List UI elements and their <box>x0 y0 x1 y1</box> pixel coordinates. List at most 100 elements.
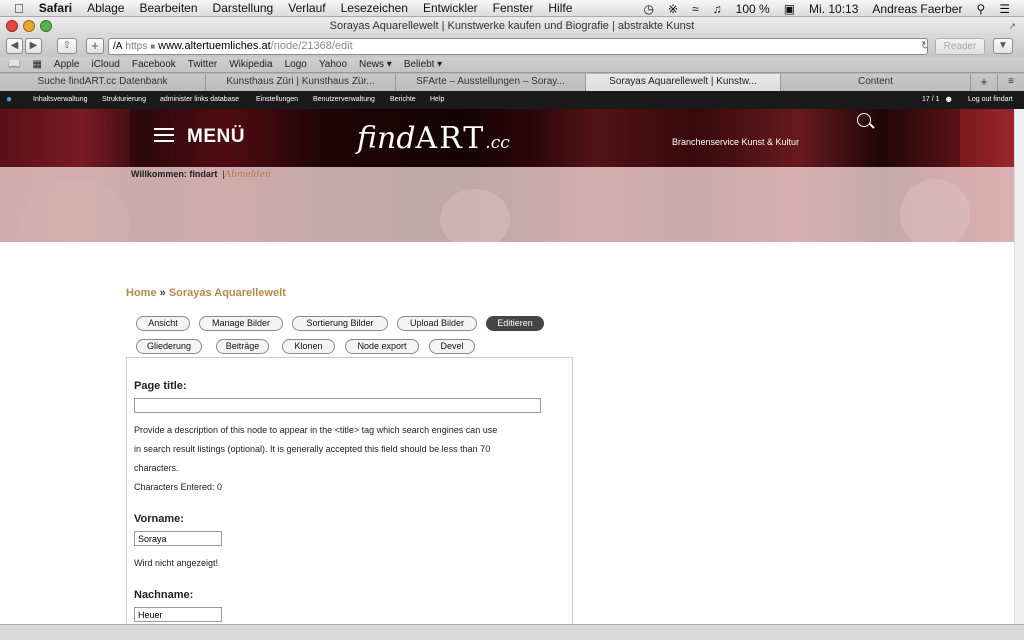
tab-devel[interactable]: Devel <box>429 339 475 354</box>
tab-beitraege[interactable]: Beiträge <box>216 339 269 354</box>
fullscreen-icon[interactable]: ↗ <box>1008 17 1016 35</box>
page-scrollbar[interactable] <box>1014 109 1024 624</box>
characters-entered: Characters Entered: 0 <box>134 482 223 492</box>
tab-node-export[interactable]: Node export <box>345 339 419 354</box>
nachname-label: Nachname: <box>134 589 194 601</box>
menu-safari[interactable]: Safari <box>39 1 72 15</box>
browser-toolbar: ◀ ▶ ⇧ + /A https ■ www.altertuemliches.a… <box>0 35 1024 57</box>
downloads-button[interactable]: ▼ <box>993 38 1013 54</box>
battery-status[interactable]: 100 % <box>736 2 770 16</box>
window-titlebar: Sorayas Aquarellewelt | Kunstwerke kaufe… <box>0 17 1024 35</box>
bookmark-logo[interactable]: Logo <box>285 59 307 70</box>
bookmark-wikipedia[interactable]: Wikipedia <box>229 59 272 70</box>
notification-center-icon[interactable]: ☰ <box>999 2 1010 16</box>
bluetooth-icon[interactable]: ※ <box>668 2 678 16</box>
zoom-window-button[interactable] <box>40 20 52 32</box>
spotlight-icon[interactable]: ⚲ <box>976 2 985 16</box>
bookmark-facebook[interactable]: Facebook <box>132 59 176 70</box>
page-title-help-line-3: characters. <box>134 463 179 473</box>
page-title-input[interactable] <box>134 398 541 413</box>
tab-content[interactable]: Content <box>780 74 970 91</box>
bookmark-apple[interactable]: Apple <box>54 59 80 70</box>
wifi-icon[interactable]: ≈ <box>692 2 699 16</box>
logo-find: find <box>357 121 416 156</box>
menu-entwickler[interactable]: Entwickler <box>423 1 478 15</box>
minimize-window-button[interactable] <box>23 20 35 32</box>
tab-overview-icon[interactable]: ≡ <box>997 74 1024 91</box>
tab-sortierung-bilder[interactable]: Sortierung Bilder <box>292 316 388 331</box>
admin-inhaltsverwaltung[interactable]: Inhaltsverwaltung <box>33 96 87 103</box>
menu-fenster[interactable]: Fenster <box>493 1 534 15</box>
url-path: /node/21368/edit <box>270 40 353 52</box>
close-window-button[interactable] <box>6 20 18 32</box>
tab-kunsthaus[interactable]: Kunsthaus Züri | Kunsthaus Zür... <box>205 74 395 91</box>
logo-cc: .cc <box>485 133 510 153</box>
search-icon[interactable] <box>857 113 871 127</box>
new-tab-button[interactable]: + <box>86 38 104 54</box>
menu-ablage[interactable]: Ablage <box>87 1 124 15</box>
menu-bearbeiten[interactable]: Bearbeiten <box>139 1 197 15</box>
findart-logo[interactable]: findART.cc <box>357 121 510 156</box>
admin-berichte[interactable]: Berichte <box>390 96 416 103</box>
tab-gliederung[interactable]: Gliederung <box>136 339 202 354</box>
hamburger-menu-icon[interactable] <box>154 128 174 142</box>
bookmark-twitter[interactable]: Twitter <box>188 59 217 70</box>
os-menubar:  Safari Ablage Bearbeiten Darstellung V… <box>0 0 1024 17</box>
address-bar[interactable]: /A https ■ www.altertuemliches.at/node/2… <box>108 38 928 55</box>
tab-upload-bilder[interactable]: Upload Bilder <box>397 316 477 331</box>
time-machine-icon[interactable]: ◷ <box>644 2 654 16</box>
drupal-admin-bar: ● Inhaltsverwaltung Strukturierung admin… <box>0 91 1024 109</box>
admin-einstellungen[interactable]: Einstellungen <box>256 96 298 103</box>
tab-sfarte[interactable]: SFArte – Ausstellungen – Soray... <box>395 74 585 91</box>
clock[interactable]: Mi. 10:13 <box>809 2 858 16</box>
menu-darstellung[interactable]: Darstellung <box>213 1 274 15</box>
admin-help[interactable]: Help <box>430 96 444 103</box>
admin-logout-link[interactable]: Log out findart <box>968 96 1013 103</box>
vorname-help: Wird nicht angezeigt! <box>134 558 219 568</box>
menu-hilfe[interactable]: Hilfe <box>548 1 572 15</box>
apple-menu-icon[interactable]:  <box>14 1 24 16</box>
share-button[interactable]: ⇧ <box>57 38 77 54</box>
browser-status-bar <box>0 624 1024 640</box>
back-button[interactable]: ◀ <box>6 38 23 54</box>
forward-button[interactable]: ▶ <box>25 38 42 54</box>
admin-links-database[interactable]: administer links database <box>160 96 239 103</box>
nachname-input[interactable] <box>134 607 222 622</box>
tab-findart-search[interactable]: Suche findART.cc Datenbank <box>0 74 205 91</box>
breadcrumb-current[interactable]: Sorayas Aquarellewelt <box>169 287 286 299</box>
bookmark-beliebt[interactable]: Beliebt ▾ <box>404 59 442 70</box>
site-header: MENÜ findART.cc Branchenservice Kunst & … <box>0 109 1024 242</box>
breadcrumb: Home » Sorayas Aquarellewelt <box>126 287 286 299</box>
display-icon[interactable]: ▣ <box>784 2 795 16</box>
admin-benutzerverwaltung[interactable]: Benutzerverwaltung <box>313 96 375 103</box>
tab-manage-bilder[interactable]: Manage Bilder <box>199 316 283 331</box>
tab-editieren[interactable]: Editieren <box>486 316 544 331</box>
header-dark-overlay <box>130 109 960 167</box>
tab-bar: Suche findART.cc Datenbank Kunsthaus Zür… <box>0 73 1024 91</box>
tab-klonen[interactable]: Klonen <box>282 339 335 354</box>
welcome-line: Willkommen: findart |Abmelden <box>131 169 271 180</box>
reader-button[interactable]: Reader <box>935 38 985 55</box>
drupal-icon[interactable]: ● <box>6 94 12 105</box>
menu-lesezeichen[interactable]: Lesezeichen <box>341 1 408 15</box>
menu-verlauf[interactable]: Verlauf <box>288 1 325 15</box>
abmelden-link[interactable]: Abmelden <box>225 170 271 180</box>
reload-icon[interactable]: ↻ <box>921 39 927 54</box>
users-icon: ☻ <box>944 94 954 104</box>
tab-ansicht[interactable]: Ansicht <box>136 316 190 331</box>
font-icon: /A <box>113 41 123 52</box>
bookmark-icloud[interactable]: iCloud <box>91 59 119 70</box>
new-tab-plus-icon[interactable]: + <box>970 74 997 91</box>
bookmarks-book-icon[interactable]: 📖 <box>8 59 20 70</box>
menu-label[interactable]: MENÜ <box>187 126 245 148</box>
vorname-input[interactable] <box>134 531 222 546</box>
admin-strukturierung[interactable]: Strukturierung <box>102 96 146 103</box>
node-edit-form: Page title: Provide a description of thi… <box>126 357 573 640</box>
top-sites-icon[interactable]: ▦ <box>32 59 41 70</box>
bookmark-yahoo[interactable]: Yahoo <box>319 59 347 70</box>
tab-sorayas-aquarellewelt[interactable]: Sorayas Aquarellewelt | Kunstw... <box>585 74 780 91</box>
volume-icon[interactable]: ♫ <box>713 2 722 16</box>
user-name[interactable]: Andreas Faerber <box>872 2 962 16</box>
bookmark-news[interactable]: News ▾ <box>359 59 392 70</box>
breadcrumb-home[interactable]: Home <box>126 287 157 299</box>
